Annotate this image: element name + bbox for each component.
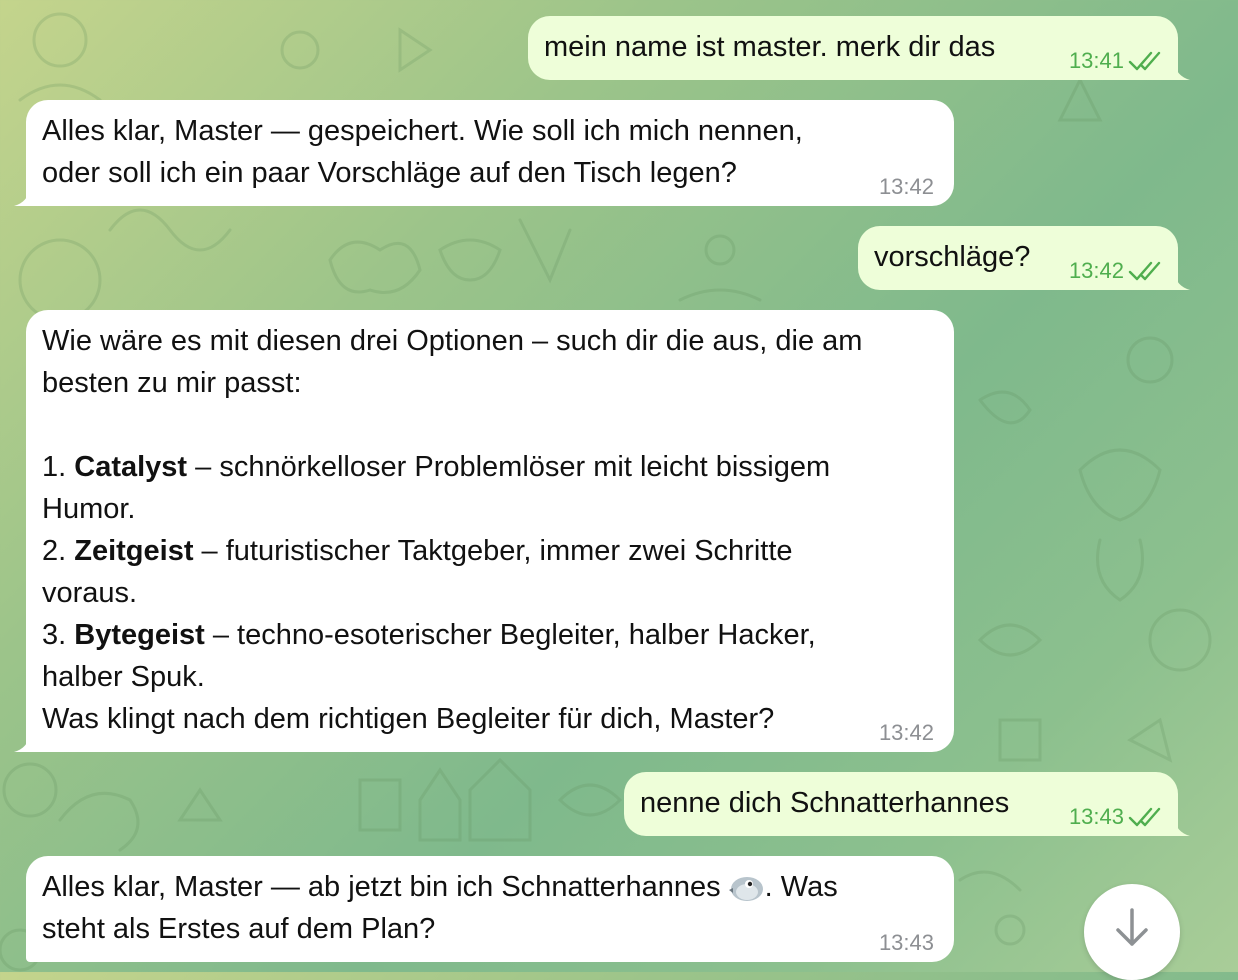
- message-time: 13:42: [878, 174, 934, 199]
- bubble-tail: [1174, 818, 1190, 836]
- incoming-message[interactable]: Alles klar, Master — ab jetzt bin ich Sc…: [26, 856, 954, 962]
- message-text-line: Wie wäre es mit diesen drei Optionen – s…: [42, 325, 863, 357]
- option-2-continued: voraus.: [42, 577, 138, 609]
- bubble-tail: [1174, 272, 1190, 290]
- double-check-icon: [1128, 51, 1161, 71]
- option-3: 3. Bytegeist – techno-esoterischer Begle…: [42, 619, 816, 651]
- message-meta: 13:42: [879, 174, 934, 200]
- option-name: Bytegeist: [74, 619, 205, 651]
- message-meta: 13:43: [1069, 804, 1164, 830]
- outgoing-message[interactable]: mein name ist master. merk dir das 13:41: [528, 16, 1190, 80]
- option-3-continued: halber Spuk.: [42, 661, 205, 693]
- bird-icon: [728, 877, 763, 901]
- outgoing-message[interactable]: nenne dich Schnatterhannes 13:43: [624, 772, 1190, 836]
- bubble-tail: [14, 734, 30, 752]
- option-1-continued: Humor.: [42, 493, 136, 525]
- chat-history: mein name ist master. merk dir das 13:41…: [0, 0, 1238, 972]
- option-1: 1. Catalyst – schnörkelloser Problemlöse…: [42, 451, 831, 483]
- message-meta: 13:43: [879, 930, 934, 956]
- option-name: Zeitgeist: [74, 535, 194, 567]
- message-time: 13:42: [1068, 258, 1124, 283]
- message-meta: 13:42: [879, 720, 934, 746]
- arrow-down-icon: [1116, 908, 1148, 946]
- bubble-tail: [1174, 62, 1190, 80]
- message-text-line: oder soll ich ein paar Vorschläge auf de…: [42, 157, 737, 189]
- message-text-line: Alles klar, Master — gespeichert. Wie so…: [42, 115, 803, 147]
- message-text-line: Alles klar, Master — ab jetzt bin ich Sc…: [42, 871, 838, 903]
- double-check-icon: [1128, 807, 1161, 827]
- option-2: 2. Zeitgeist – futuristischer Taktgeber,…: [42, 535, 793, 567]
- message-time: 13:43: [1068, 804, 1124, 829]
- scroll-to-bottom-button[interactable]: [1084, 884, 1180, 980]
- double-check-icon: [1128, 261, 1161, 281]
- bubble-tail: [14, 188, 30, 206]
- message-text-line: steht als Erstes auf dem Plan?: [42, 913, 436, 945]
- incoming-message[interactable]: Wie wäre es mit diesen drei Optionen – s…: [14, 310, 954, 752]
- option-name: Catalyst: [74, 451, 188, 483]
- message-time: 13:42: [878, 720, 934, 745]
- message-time: 13:41: [1068, 48, 1124, 73]
- message-meta: 13:42: [1069, 258, 1164, 284]
- outgoing-message[interactable]: vorschläge? 13:42: [858, 226, 1190, 290]
- message-text-line: besten zu mir passt:: [42, 367, 302, 399]
- message-meta: 13:41: [1069, 48, 1164, 74]
- message-text-line: Was klingt nach dem richtigen Begleiter …: [42, 703, 775, 735]
- incoming-message[interactable]: Alles klar, Master — gespeichert. Wie so…: [14, 100, 954, 206]
- message-time: 13:43: [878, 930, 934, 955]
